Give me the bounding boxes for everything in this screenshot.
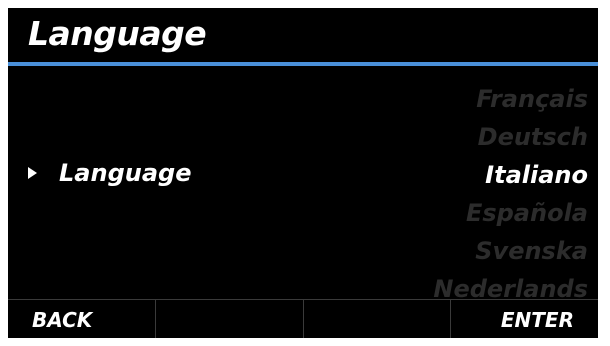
enter-softkey[interactable]: ENTER bbox=[451, 300, 598, 338]
setting-row-language[interactable]: Language bbox=[26, 155, 192, 191]
back-softkey[interactable]: BACK bbox=[8, 300, 156, 338]
option-espanola[interactable]: Española bbox=[288, 194, 588, 232]
device-screen: Language Language Français Deutsch Itali… bbox=[8, 8, 598, 338]
option-italiano[interactable]: Italiano bbox=[288, 156, 588, 194]
triangle-right-icon bbox=[28, 167, 37, 179]
option-svenska[interactable]: Svenska bbox=[288, 232, 588, 270]
softkey-3[interactable] bbox=[304, 300, 452, 338]
softkey-bar: BACK ENTER bbox=[8, 299, 598, 338]
language-options-list: Français Deutsch Italiano Española Svens… bbox=[288, 80, 588, 308]
option-deutsch[interactable]: Deutsch bbox=[288, 118, 588, 156]
header: Language bbox=[8, 8, 598, 62]
option-francais[interactable]: Français bbox=[288, 80, 588, 118]
setting-label: Language bbox=[59, 159, 192, 187]
softkey-2[interactable] bbox=[156, 300, 304, 338]
header-divider bbox=[8, 62, 598, 66]
page-title: Language bbox=[28, 14, 207, 53]
